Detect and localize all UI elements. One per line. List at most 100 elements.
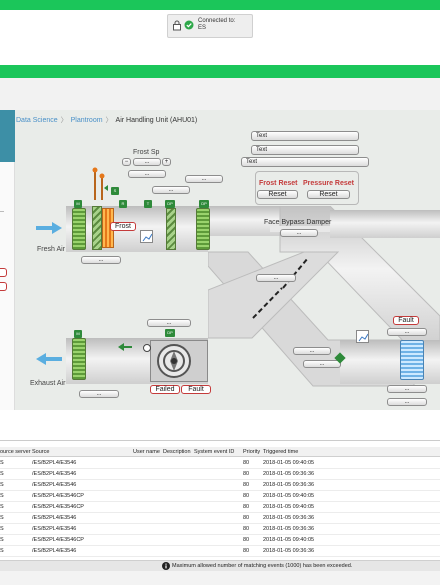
fan-icon[interactable]: [156, 343, 192, 379]
value-field[interactable]: ...: [256, 274, 296, 282]
airflow-arrow-icon: [36, 222, 62, 234]
events-list: S /ES/B2PL4/E3546 80 2018-01-05 09:40:05…: [0, 458, 440, 557]
value-field[interactable]: ...: [79, 390, 119, 398]
cell-server: S: [0, 548, 4, 554]
cell-priority: 80: [243, 537, 250, 543]
cell-server: S: [0, 526, 4, 532]
frost-sp-decrease[interactable]: −: [122, 158, 131, 166]
left-alarm-indicator[interactable]: [0, 282, 7, 291]
cell-source: /ES/B2PL4/E3546: [32, 548, 77, 554]
table-row[interactable]: S /ES/B2PL4/E3546 80 2018-01-05 09:36:36: [0, 480, 440, 491]
supply-duct: [66, 206, 208, 252]
cell-server: S: [0, 537, 4, 543]
pressure-reset-button[interactable]: Reset: [307, 190, 350, 199]
fault-status[interactable]: Fault: [393, 316, 419, 325]
table-row[interactable]: S /ES/B2PL4/E3546 80 2018-01-05 09:36:36: [0, 546, 440, 557]
left-alarm-indicator[interactable]: [0, 268, 7, 277]
column-system-event-id[interactable]: System event ID: [194, 449, 234, 455]
value-field[interactable]: ...: [387, 385, 427, 393]
column-source[interactable]: Source: [32, 449, 49, 455]
frost-sp-value[interactable]: ...: [133, 158, 161, 166]
trend-graph-icon[interactable]: [356, 330, 369, 343]
column-user-name[interactable]: User name: [133, 449, 160, 455]
value-field[interactable]: ...: [387, 398, 427, 406]
table-row[interactable]: S /ES/B2PL4/E3546CP 80 2018-01-05 09:40:…: [0, 535, 440, 546]
cell-source: /ES/B2PL4/E3546: [32, 460, 77, 466]
cell-server: S: [0, 471, 4, 477]
chevron-right-icon: 〉: [60, 117, 68, 124]
badge-r: R: [119, 200, 127, 208]
value-field[interactable]: ...: [387, 328, 427, 336]
toolbar-gap: [0, 78, 440, 110]
breadcrumb-current: Air Handling Unit (AHU01): [115, 117, 198, 124]
cooling-coil[interactable]: [196, 208, 210, 250]
table-row[interactable]: S /ES/B2PL4/E3546 80 2018-01-05 09:40:05: [0, 458, 440, 469]
frost-sp-increase[interactable]: +: [162, 158, 171, 166]
chevron-right-icon: 〉: [105, 117, 113, 124]
face-bypass-value[interactable]: ...: [280, 229, 318, 237]
cell-time: 2018-01-05 09:40:05: [263, 504, 315, 510]
cell-source: /ES/B2PL4/E3546: [32, 515, 77, 521]
connection-text: Connected to: ES: [198, 18, 235, 32]
cell-time: 2018-01-05 09:36:36: [263, 471, 315, 477]
column-priority[interactable]: Priority: [243, 449, 260, 455]
cell-server: S: [0, 460, 4, 466]
filter[interactable]: [92, 206, 102, 250]
fresh-air-damper[interactable]: [72, 208, 86, 250]
badge-dp: DP: [165, 329, 175, 337]
column-description[interactable]: Description: [163, 449, 191, 455]
table-row[interactable]: S /ES/B2PL4/E3546 80 2018-01-05 09:36:36: [0, 513, 440, 524]
cell-source: /ES/B2PL4/E3546: [32, 471, 77, 477]
cell-source: /ES/B2PL4/E3546CP: [32, 493, 84, 499]
connection-target: ES: [198, 25, 207, 31]
exhaust-damper[interactable]: [72, 338, 86, 380]
check-circle-icon: [184, 20, 194, 30]
reset-group: [255, 171, 359, 205]
value-field[interactable]: ...: [128, 170, 166, 178]
frost-status[interactable]: Frost: [110, 222, 136, 231]
lock-icon: [173, 20, 181, 31]
cell-priority: 80: [243, 548, 250, 554]
cell-priority: 80: [243, 504, 250, 510]
cell-priority: 80: [243, 493, 250, 499]
value-field[interactable]: ...: [293, 347, 331, 355]
value-field[interactable]: ...: [147, 319, 191, 327]
cell-priority: 80: [243, 482, 250, 488]
text-field[interactable]: Text: [241, 157, 369, 167]
info-icon: [162, 562, 170, 570]
cell-server: S: [0, 482, 4, 488]
cell-source: /ES/B2PL4/E3546CP: [32, 504, 84, 510]
cell-time: 2018-01-05 09:40:05: [263, 537, 315, 543]
table-row[interactable]: S /ES/B2PL4/E3546CP 80 2018-01-05 09:40:…: [0, 502, 440, 513]
breadcrumb-item[interactable]: Data Science: [16, 117, 58, 124]
frost-reset-button[interactable]: Reset: [257, 190, 298, 199]
airflow-arrow-icon: [36, 353, 62, 365]
table-row[interactable]: S /ES/B2PL4/E3546 80 2018-01-05 09:36:36: [0, 524, 440, 535]
cell-server: S: [0, 504, 4, 510]
fan-fault-status[interactable]: Fault: [181, 385, 211, 394]
supply-coil[interactable]: [400, 340, 424, 380]
cell-priority: 80: [243, 526, 250, 532]
value-field[interactable]: ...: [81, 256, 121, 264]
text-field[interactable]: Text: [251, 131, 359, 141]
value-field[interactable]: ...: [152, 186, 190, 194]
value-field[interactable]: ...: [303, 360, 341, 368]
fan-failed-status[interactable]: Failed: [150, 385, 180, 394]
column-source-server[interactable]: ource server: [0, 449, 31, 455]
pressure-reset-label: Pressure Reset: [303, 180, 354, 187]
column-triggered-time[interactable]: Triggered time: [263, 449, 298, 455]
breadcrumb-item[interactable]: Plantroom: [71, 117, 103, 124]
cell-priority: 80: [243, 515, 250, 521]
cell-time: 2018-01-05 09:40:05: [263, 460, 315, 466]
cell-source: /ES/B2PL4/E3546CP: [32, 537, 84, 543]
table-row[interactable]: S /ES/B2PL4/E3546CP 80 2018-01-05 09:40:…: [0, 491, 440, 502]
filter[interactable]: [166, 208, 176, 250]
trend-graph-icon[interactable]: [140, 230, 153, 243]
cell-time: 2018-01-05 09:36:36: [263, 526, 315, 532]
text-field[interactable]: Text: [251, 145, 359, 155]
connection-label: Connected to:: [198, 18, 236, 24]
value-field[interactable]: ...: [185, 175, 223, 183]
left-panel-header[interactable]: [0, 110, 15, 162]
badge-dp: DP: [165, 200, 175, 208]
table-row[interactable]: S /ES/B2PL4/E3546 80 2018-01-05 09:36:36: [0, 469, 440, 480]
